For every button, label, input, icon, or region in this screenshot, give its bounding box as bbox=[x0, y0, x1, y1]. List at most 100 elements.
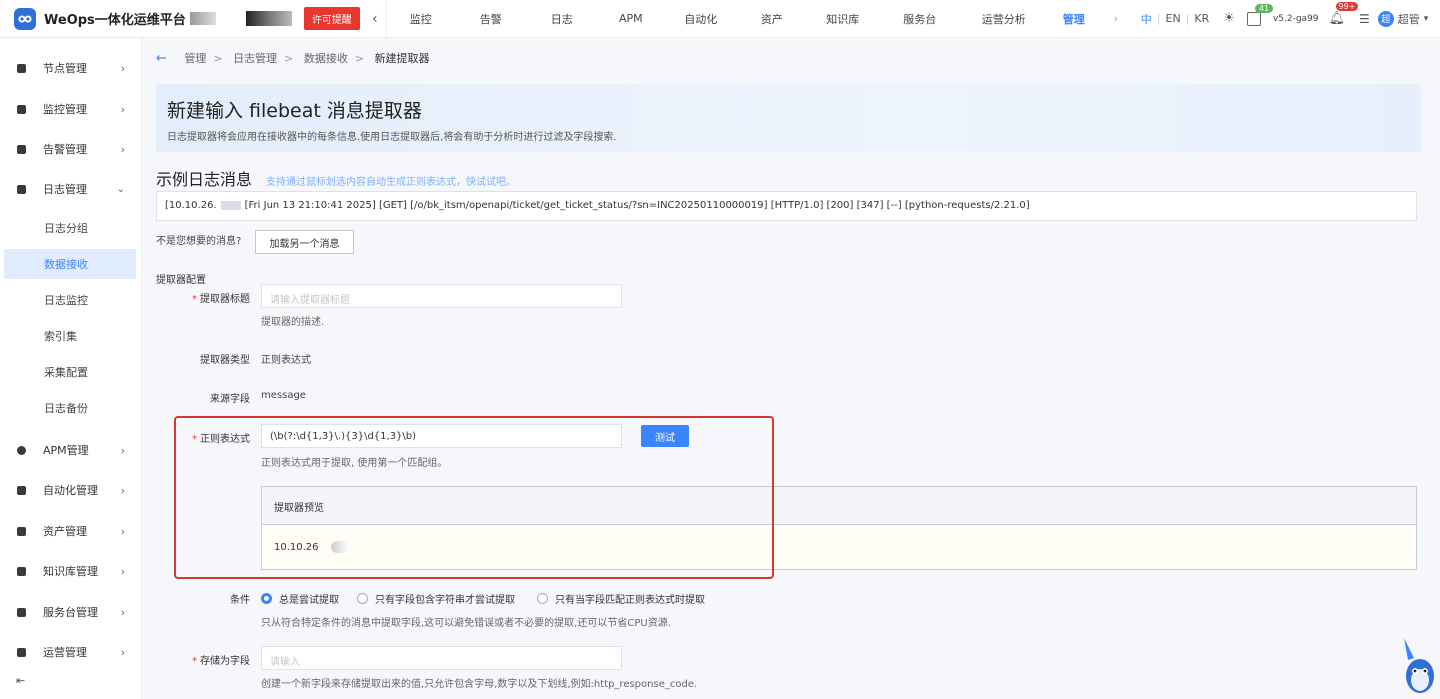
back-arrow-icon[interactable]: ← bbox=[156, 51, 167, 66]
sidebar-item-label: 自动化管理 bbox=[43, 484, 98, 497]
operation-icon bbox=[17, 647, 26, 657]
sidebar-subitem-log-group[interactable]: 日志分组 bbox=[4, 213, 136, 243]
nav-next-icon[interactable]: › bbox=[1101, 12, 1131, 25]
document-icon[interactable]: ☰ bbox=[1359, 12, 1370, 26]
nav-item-operation-analysis[interactable]: 运营分析 bbox=[961, 11, 1047, 27]
sidebar-subitem-log-monitor[interactable]: 日志监控 bbox=[4, 285, 136, 315]
notify-badge: 99+ bbox=[1335, 2, 1359, 11]
breadcrumb-item[interactable]: 数据接收 bbox=[304, 52, 348, 65]
nav-item-monitor[interactable]: 监控 bbox=[387, 11, 455, 27]
main-content: ← 管理 > 日志管理 > 数据接收 > 新建提取器 新建输入 filebeat 消息… bbox=[142, 38, 1440, 699]
store-field-label: * 存储为字段 bbox=[192, 656, 250, 667]
task-icon[interactable]: 41 bbox=[1246, 3, 1274, 26]
chevron-right-icon: › bbox=[120, 564, 125, 578]
monitor-icon bbox=[17, 104, 26, 114]
breadcrumb-item[interactable]: 管理 bbox=[184, 52, 206, 65]
sidebar-item-automation[interactable]: 自动化管理 › bbox=[0, 472, 142, 508]
nav-item-asset[interactable]: 资产 bbox=[737, 11, 807, 27]
page-banner: 新建输入 filebeat 消息提取器 日志提取器将会应用在接收器中的每条信息.… bbox=[156, 84, 1421, 152]
breadcrumb-separator: > bbox=[284, 52, 294, 65]
sidebar-subitem-data-receive[interactable]: 数据接收 bbox=[4, 249, 136, 279]
breadcrumb: ← 管理 > 日志管理 > 数据接收 > 新建提取器 bbox=[156, 50, 430, 66]
sidebar-item-operation[interactable]: 运营管理 › bbox=[0, 634, 142, 670]
chevron-right-icon: › bbox=[120, 443, 125, 457]
sidebar-subitem-index-set[interactable]: 索引集 bbox=[4, 321, 136, 351]
nav-item-knowledge[interactable]: 知识库 bbox=[807, 11, 879, 27]
title-label: * 提取器标题 bbox=[192, 294, 250, 305]
breadcrumb-item[interactable]: 日志管理 bbox=[233, 52, 277, 65]
title-hint: 提取器的描述. bbox=[261, 317, 325, 328]
source-field-label: 来源字段 bbox=[210, 394, 250, 405]
title-label-text: 提取器标题 bbox=[200, 294, 250, 305]
sample-section-title: 示例日志消息 支持通过鼠标划选内容自动生成正则表达式，快试试吧。 bbox=[156, 166, 516, 190]
sidebar-item-label: 资产管理 bbox=[43, 525, 87, 538]
chevron-down-icon: ⌄ bbox=[116, 183, 125, 195]
asset-icon bbox=[17, 526, 26, 536]
sidebar-item-asset[interactable]: 资产管理 › bbox=[0, 513, 142, 549]
sidebar-item-log[interactable]: 日志管理 ⌄ bbox=[0, 171, 142, 207]
assistant-mascot-icon[interactable] bbox=[1400, 630, 1436, 696]
redacted-text bbox=[189, 12, 216, 25]
store-field-input[interactable]: 请输入 bbox=[261, 646, 622, 670]
collapse-sidebar-icon[interactable]: ⇤ bbox=[16, 674, 25, 687]
sidebar-item-apm[interactable]: APM管理 › bbox=[0, 432, 142, 468]
license-button[interactable]: 许可提醒 bbox=[303, 7, 360, 30]
condition-radio-always[interactable]: 总是尝试提取 bbox=[261, 591, 339, 606]
radio-label: 只有当字段匹配正则表达式时提取 bbox=[555, 595, 705, 606]
theme-sun-icon[interactable]: ☀ bbox=[1223, 11, 1235, 26]
lang-zh[interactable]: 中 bbox=[1141, 11, 1152, 27]
sidebar-item-knowledge[interactable]: 知识库管理 › bbox=[0, 553, 142, 589]
bell-icon[interactable]: 🔔︎ 99+ bbox=[1329, 2, 1359, 26]
nav-item-log[interactable]: 日志 bbox=[527, 11, 597, 27]
title-input[interactable]: 请输入提取器标题 bbox=[261, 284, 622, 308]
sidebar-item-monitor[interactable]: 监控管理 › bbox=[0, 91, 142, 127]
chevron-right-icon: › bbox=[120, 524, 125, 538]
sidebar-item-node[interactable]: 节点管理 › bbox=[0, 50, 142, 86]
chevron-down-icon[interactable]: ▾ bbox=[1424, 14, 1429, 24]
nav-item-alarm[interactable]: 告警 bbox=[455, 11, 527, 27]
sidebar-subitem-collect-config[interactable]: 采集配置 bbox=[4, 357, 136, 387]
chevron-right-icon: › bbox=[120, 483, 125, 497]
chevron-right-icon: › bbox=[120, 605, 125, 619]
store-field-label-text: 存储为字段 bbox=[200, 656, 250, 667]
redacted-text bbox=[245, 11, 292, 26]
nav-item-service-desk[interactable]: 服务台 bbox=[879, 11, 961, 27]
lang-en[interactable]: EN bbox=[1166, 12, 1181, 25]
chevron-right-icon: › bbox=[120, 61, 125, 75]
redacted-text bbox=[220, 200, 241, 210]
chevron-right-icon: › bbox=[120, 645, 125, 659]
radio-label: 只有字段包含字符串才尝试提取 bbox=[375, 595, 515, 606]
logo-icon[interactable] bbox=[14, 7, 36, 30]
condition-radio-regex[interactable]: 只有当字段匹配正则表达式时提取 bbox=[537, 591, 705, 606]
nav-prev-icon[interactable]: ‹ bbox=[364, 11, 386, 27]
source-field-value: message bbox=[261, 390, 306, 401]
app-name: WeOps一体化运维平台 bbox=[44, 13, 186, 28]
nav-item-automation[interactable]: 自动化 bbox=[665, 11, 737, 27]
not-wanted-text: 不是您想要的消息? bbox=[156, 236, 242, 247]
sidebar-item-label: 告警管理 bbox=[43, 143, 87, 156]
load-another-button[interactable]: 加载另一个消息 bbox=[255, 230, 354, 254]
chevron-right-icon: › bbox=[120, 142, 125, 156]
lang-kr[interactable]: KR bbox=[1194, 12, 1209, 25]
log-message: [Fri Jun 13 21:10:41 2025] [GET] [/o/bk_… bbox=[244, 200, 1030, 211]
header-right: 中 | EN | KR ☀ 41 v5.2-ga99 🔔︎ 99+ ☰ 超 超管… bbox=[1141, 2, 1429, 27]
sidebar-item-label: 日志管理 bbox=[43, 183, 87, 196]
breadcrumb-current: 新建提取器 bbox=[374, 52, 430, 65]
divider: | bbox=[1156, 12, 1161, 25]
radio-icon bbox=[357, 593, 368, 604]
condition-radio-contains[interactable]: 只有字段包含字符串才尝试提取 bbox=[357, 591, 515, 606]
alarm-icon bbox=[17, 144, 26, 154]
sidebar-item-alarm[interactable]: 告警管理 › bbox=[0, 131, 142, 167]
apm-icon bbox=[17, 445, 26, 455]
user-name[interactable]: 超管 bbox=[1398, 11, 1420, 27]
version-text: v5.2-ga99 bbox=[1272, 13, 1319, 24]
nav-item-management[interactable]: 管理 bbox=[1047, 11, 1101, 27]
avatar[interactable]: 超 bbox=[1377, 10, 1394, 27]
page-title: 新建输入 filebeat 消息提取器 bbox=[167, 100, 422, 122]
sidebar-item-label: 运营管理 bbox=[43, 646, 87, 659]
sample-log-message[interactable]: [10.10.26. [Fri Jun 13 21:10:41 2025] [GE… bbox=[156, 191, 1417, 221]
sidebar-subitem-log-backup[interactable]: 日志备份 bbox=[4, 393, 136, 423]
sidebar-item-label: 服务台管理 bbox=[43, 606, 98, 619]
sidebar-item-service-desk[interactable]: 服务台管理 › bbox=[0, 594, 142, 630]
nav-item-apm[interactable]: APM bbox=[597, 12, 665, 25]
